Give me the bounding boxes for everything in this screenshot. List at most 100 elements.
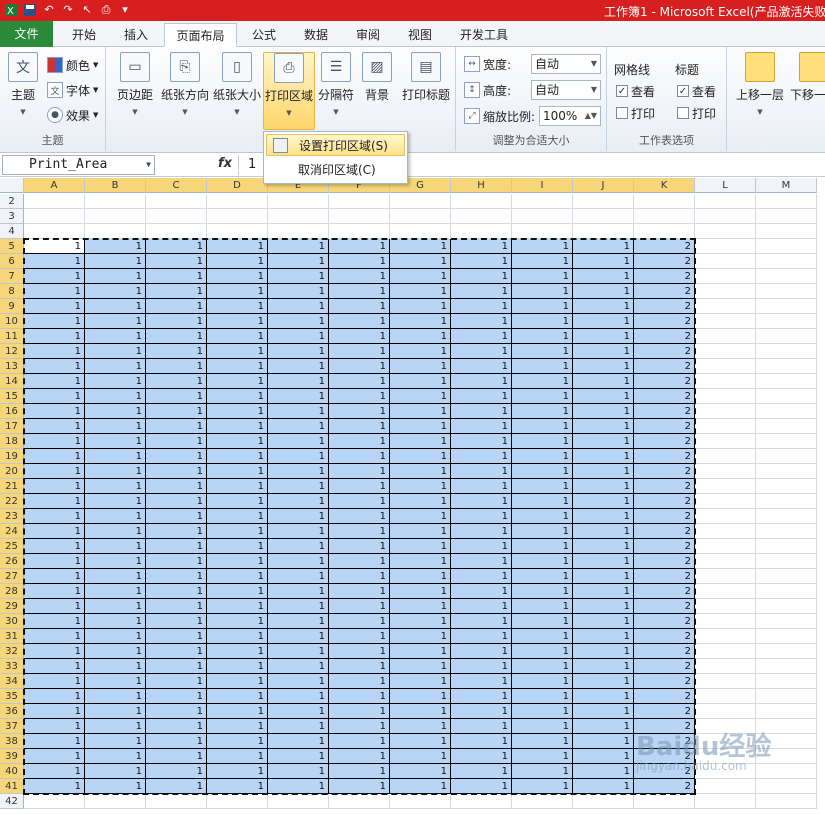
- cell-E8[interactable]: 1: [268, 284, 329, 299]
- cell-I40[interactable]: 1: [512, 764, 573, 779]
- row-header-28[interactable]: 28: [0, 584, 24, 599]
- cell-M9[interactable]: [756, 299, 817, 314]
- cell-K25[interactable]: 2: [634, 539, 695, 554]
- cell-F4[interactable]: [329, 224, 390, 239]
- row-header-35[interactable]: 35: [0, 689, 24, 704]
- cell-D12[interactable]: 1: [207, 344, 268, 359]
- cell-J24[interactable]: 1: [573, 524, 634, 539]
- tab-insert[interactable]: 插入: [110, 23, 162, 47]
- cell-B15[interactable]: 1: [85, 389, 146, 404]
- save-icon[interactable]: [22, 1, 38, 18]
- cell-B8[interactable]: 1: [85, 284, 146, 299]
- cell-K2[interactable]: [634, 194, 695, 209]
- cell-J37[interactable]: 1: [573, 719, 634, 734]
- cell-L28[interactable]: [695, 584, 756, 599]
- cell-F22[interactable]: 1: [329, 494, 390, 509]
- cell-L39[interactable]: [695, 749, 756, 764]
- cell-M27[interactable]: [756, 569, 817, 584]
- cell-K9[interactable]: 2: [634, 299, 695, 314]
- cell-M7[interactable]: [756, 269, 817, 284]
- cell-K38[interactable]: 2: [634, 734, 695, 749]
- cell-H5[interactable]: 1: [451, 239, 512, 254]
- cell-C25[interactable]: 1: [146, 539, 207, 554]
- cell-D5[interactable]: 1: [207, 239, 268, 254]
- undo-icon[interactable]: ↶: [41, 1, 57, 18]
- cell-L26[interactable]: [695, 554, 756, 569]
- cell-C11[interactable]: 1: [146, 329, 207, 344]
- cell-C8[interactable]: 1: [146, 284, 207, 299]
- cell-C33[interactable]: 1: [146, 659, 207, 674]
- cell-H13[interactable]: 1: [451, 359, 512, 374]
- cell-M31[interactable]: [756, 629, 817, 644]
- cell-I28[interactable]: 1: [512, 584, 573, 599]
- cell-L42[interactable]: [695, 794, 756, 809]
- cell-C10[interactable]: 1: [146, 314, 207, 329]
- cell-K28[interactable]: 2: [634, 584, 695, 599]
- cell-J20[interactable]: 1: [573, 464, 634, 479]
- cell-F30[interactable]: 1: [329, 614, 390, 629]
- cell-H18[interactable]: 1: [451, 434, 512, 449]
- cell-E2[interactable]: [268, 194, 329, 209]
- cell-D40[interactable]: 1: [207, 764, 268, 779]
- cell-H26[interactable]: 1: [451, 554, 512, 569]
- margins-button[interactable]: ▭ 页边距 ▼: [110, 52, 160, 124]
- cell-D32[interactable]: 1: [207, 644, 268, 659]
- cell-G10[interactable]: 1: [390, 314, 451, 329]
- cell-K40[interactable]: 2: [634, 764, 695, 779]
- cell-D38[interactable]: 1: [207, 734, 268, 749]
- cell-D36[interactable]: 1: [207, 704, 268, 719]
- cell-J19[interactable]: 1: [573, 449, 634, 464]
- cell-C12[interactable]: 1: [146, 344, 207, 359]
- cell-B4[interactable]: [85, 224, 146, 239]
- cell-A26[interactable]: 1: [24, 554, 85, 569]
- row-header-33[interactable]: 33: [0, 659, 24, 674]
- cell-F35[interactable]: 1: [329, 689, 390, 704]
- select-all-corner[interactable]: [0, 178, 24, 193]
- cell-A33[interactable]: 1: [24, 659, 85, 674]
- cell-J12[interactable]: 1: [573, 344, 634, 359]
- cell-L7[interactable]: [695, 269, 756, 284]
- cell-B2[interactable]: [85, 194, 146, 209]
- cell-F7[interactable]: 1: [329, 269, 390, 284]
- cell-B23[interactable]: 1: [85, 509, 146, 524]
- cell-E16[interactable]: 1: [268, 404, 329, 419]
- cell-K36[interactable]: 2: [634, 704, 695, 719]
- cell-H37[interactable]: 1: [451, 719, 512, 734]
- cell-I25[interactable]: 1: [512, 539, 573, 554]
- row-header-39[interactable]: 39: [0, 749, 24, 764]
- cell-C38[interactable]: 1: [146, 734, 207, 749]
- cell-E29[interactable]: 1: [268, 599, 329, 614]
- cell-D37[interactable]: 1: [207, 719, 268, 734]
- cell-L13[interactable]: [695, 359, 756, 374]
- cell-C7[interactable]: 1: [146, 269, 207, 284]
- cell-G7[interactable]: 1: [390, 269, 451, 284]
- cell-C13[interactable]: 1: [146, 359, 207, 374]
- cell-G3[interactable]: [390, 209, 451, 224]
- cell-D13[interactable]: 1: [207, 359, 268, 374]
- cell-F36[interactable]: 1: [329, 704, 390, 719]
- gridlines-view-checkbox[interactable]: ✓ 查看: [616, 81, 655, 101]
- cell-E39[interactable]: 1: [268, 749, 329, 764]
- cell-D30[interactable]: 1: [207, 614, 268, 629]
- row-header-8[interactable]: 8: [0, 284, 24, 299]
- cell-F29[interactable]: 1: [329, 599, 390, 614]
- cell-G11[interactable]: 1: [390, 329, 451, 344]
- cell-E25[interactable]: 1: [268, 539, 329, 554]
- cell-A20[interactable]: 1: [24, 464, 85, 479]
- cell-F42[interactable]: [329, 794, 390, 809]
- cell-C39[interactable]: 1: [146, 749, 207, 764]
- cell-H19[interactable]: 1: [451, 449, 512, 464]
- cell-C24[interactable]: 1: [146, 524, 207, 539]
- cell-K29[interactable]: 2: [634, 599, 695, 614]
- cell-B20[interactable]: 1: [85, 464, 146, 479]
- cell-A4[interactable]: [24, 224, 85, 239]
- cell-E30[interactable]: 1: [268, 614, 329, 629]
- cell-I6[interactable]: 1: [512, 254, 573, 269]
- cell-M3[interactable]: [756, 209, 817, 224]
- cell-B18[interactable]: 1: [85, 434, 146, 449]
- cell-J33[interactable]: 1: [573, 659, 634, 674]
- tab-page-layout[interactable]: 页面布局: [164, 23, 237, 47]
- cell-G18[interactable]: 1: [390, 434, 451, 449]
- cell-M37[interactable]: [756, 719, 817, 734]
- cell-B11[interactable]: 1: [85, 329, 146, 344]
